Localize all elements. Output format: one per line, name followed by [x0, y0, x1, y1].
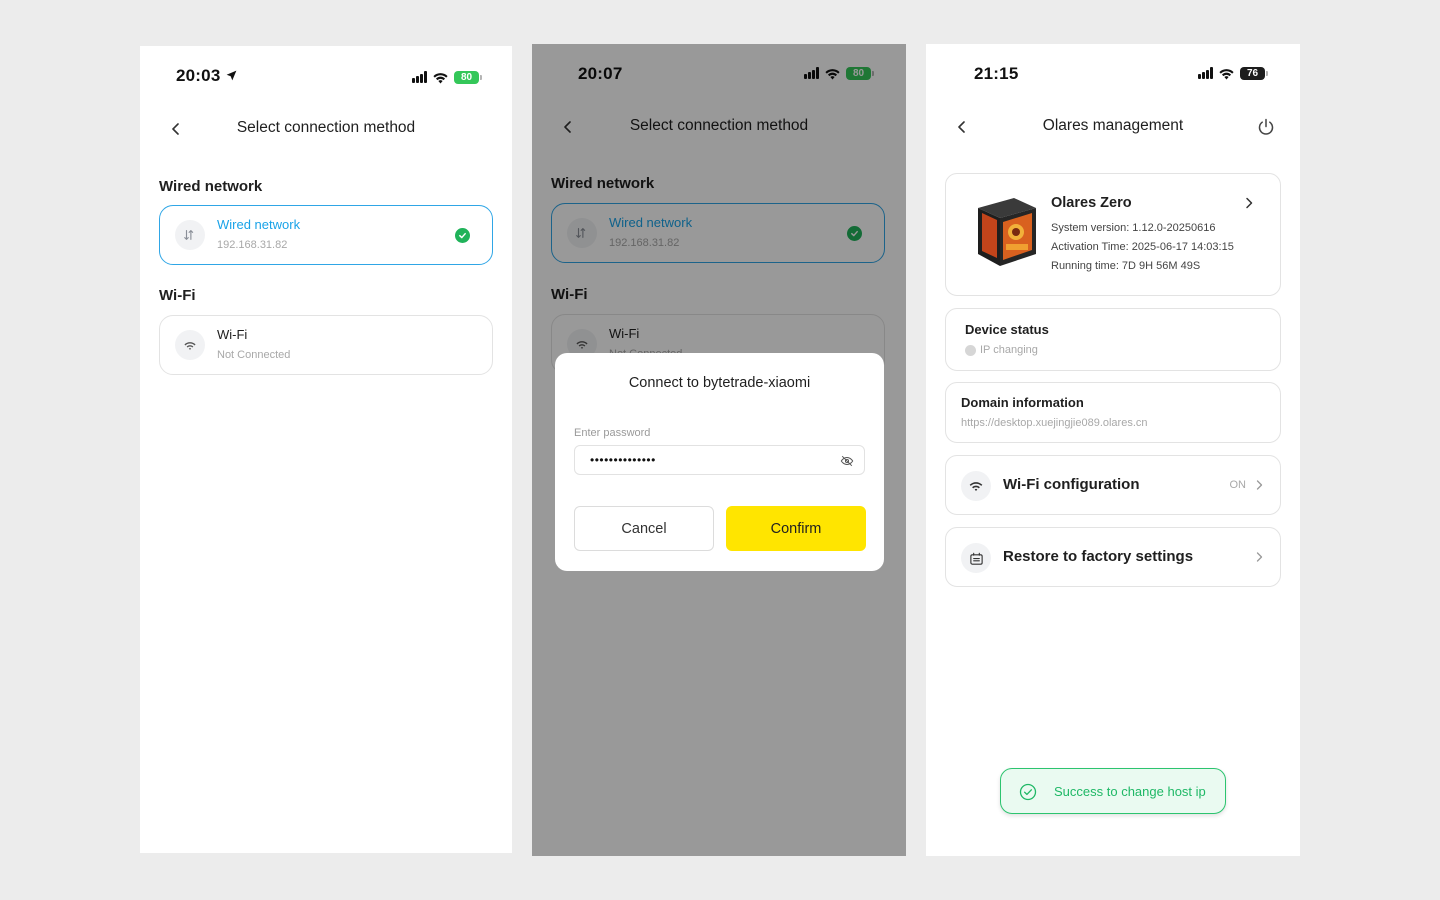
device-status-title: Device status: [965, 322, 1049, 337]
chevron-right-icon: [1256, 552, 1263, 562]
success-toast: Success to change host ip: [1000, 768, 1226, 814]
domain-value: https://desktop.xuejingjie089.olares.cn: [961, 417, 1148, 429]
device-image: [978, 198, 1036, 266]
status-time: 20:03: [176, 66, 221, 85]
factory-reset-row[interactable]: Restore to factory settings: [945, 527, 1281, 587]
wifi-icon: [961, 471, 991, 501]
status-bar: 20:03 80: [140, 64, 512, 94]
battery-cap: [480, 74, 482, 80]
device-card[interactable]: Olares Zero System version: 1.12.0-20250…: [945, 173, 1281, 296]
system-version: System version: 1.12.0-20250616: [1051, 222, 1216, 234]
cancel-button[interactable]: Cancel: [574, 506, 714, 551]
factory-reset-label: Restore to factory settings: [1003, 548, 1194, 565]
wifi-card[interactable]: Wi-Fi Not Connected: [159, 315, 493, 375]
wifi-icon: [175, 330, 205, 360]
section-wired: Wired network: [159, 178, 263, 195]
wifi-password-dialog: Connect to bytetrade-xiaomi Enter passwo…: [555, 353, 884, 571]
device-name: Olares Zero: [1051, 195, 1132, 211]
status-dot-icon: [965, 344, 976, 356]
wifi-icon: [1219, 68, 1234, 80]
status-time: 21:15: [974, 64, 1019, 83]
signal-icon: [412, 71, 427, 83]
chevron-right-icon: [1246, 197, 1253, 209]
running-time: Running time: 7D 9H 56M 49S: [1051, 260, 1201, 272]
check-circle-icon: [455, 228, 470, 243]
password-label: Enter password: [574, 427, 651, 439]
page-title: Olares management: [1042, 117, 1184, 134]
device-status-value: IP changing: [980, 344, 1038, 356]
phone-screen-wifi-password: 20:07 80 Select connection method Wired …: [532, 44, 906, 856]
dialog-title: Connect to bytetrade-xiaomi: [628, 375, 811, 391]
factory-reset-icon: [961, 543, 991, 573]
domain-info-card: Domain information https://desktop.xueji…: [945, 382, 1281, 443]
activation-time: Activation Time: 2025-06-17 14:03:15: [1051, 241, 1234, 253]
wired-network-card[interactable]: Wired network 192.168.31.82: [159, 205, 493, 265]
status-icons: 80: [412, 67, 482, 87]
wifi-icon: [433, 72, 448, 84]
password-input[interactable]: ••••••••••••••: [574, 445, 865, 475]
domain-title: Domain information: [961, 395, 1084, 410]
device-status-value-row: IP changing: [965, 344, 1038, 356]
battery-icon: 80: [454, 70, 479, 84]
power-icon[interactable]: [1256, 117, 1276, 137]
status-icons: 76: [1198, 63, 1268, 83]
status-bar: 21:15 76: [926, 62, 1300, 92]
battery-icon: 76: [1240, 66, 1265, 80]
confirm-button[interactable]: Confirm: [726, 506, 866, 551]
device-status-card: Device status IP changing: [945, 308, 1281, 371]
success-check-icon: [1019, 783, 1037, 801]
wired-card-ip: 192.168.31.82: [217, 239, 288, 251]
toast-message: Success to change host ip: [1054, 784, 1206, 799]
chevron-right-icon: [1256, 480, 1263, 490]
wifi-card-title: Wi-Fi: [217, 327, 248, 342]
wired-card-title: Wired network: [217, 217, 301, 232]
wifi-card-status: Not Connected: [217, 349, 291, 361]
signal-icon: [1198, 67, 1213, 79]
header: Select connection method: [140, 117, 512, 141]
battery-cap: [1266, 70, 1268, 76]
wifi-configuration-row[interactable]: Wi-Fi configuration ON: [945, 455, 1281, 515]
location-arrow-icon: [226, 70, 237, 81]
wifi-config-label: Wi-Fi configuration: [1003, 476, 1140, 493]
eye-off-icon[interactable]: [840, 454, 854, 468]
wifi-config-state: ON: [1229, 479, 1247, 491]
phone-screen-olares-management: 21:15 76 Olares management Olares Zero S…: [926, 44, 1300, 856]
password-value: ••••••••••••••: [590, 453, 656, 467]
page-title: Select connection method: [236, 119, 416, 136]
section-wifi: Wi-Fi: [159, 287, 196, 304]
phone-screen-select-connection: 20:03 80 Select connection method Wired …: [140, 46, 512, 853]
ethernet-icon: [175, 220, 205, 250]
header: Olares management: [926, 115, 1300, 139]
